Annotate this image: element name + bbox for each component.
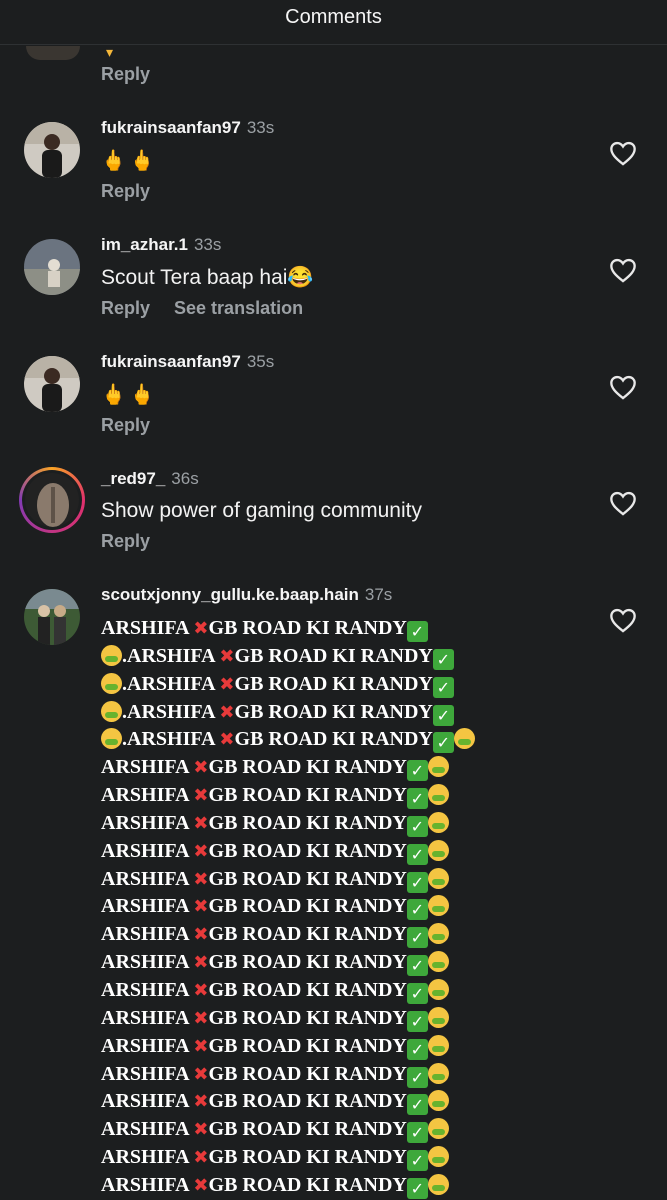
comment-text-line: ARSHIFA ✖GB ROAD KI RANDY ✓ [101,949,621,977]
avatar[interactable] [24,589,80,645]
comments-header: Comments [0,0,667,45]
username[interactable]: scoutxjonny_gullu.ke.baap.hain [101,585,359,604]
comment-text-line: .ARSHIFA ✖GB ROAD KI RANDY ✓ [101,699,621,727]
comment-text-line: ARSHIFA ✖GB ROAD KI RANDY ✓ [101,1144,621,1172]
comment-text-line: ARSHIFA ✖GB ROAD KI RANDY ✓ [101,1033,621,1061]
comment-text: Scout Tera baap hai😂 [101,266,314,289]
avatar[interactable] [26,46,80,60]
avatar[interactable] [24,122,80,178]
comment-actions: Reply [101,181,174,202]
reply-button[interactable]: Reply [101,298,150,318]
comment-text-line: ARSHIFA ✖GB ROAD KI RANDY ✓ [101,754,621,782]
comment-text: Show power of gaming community [101,499,422,522]
reply-button[interactable]: Reply [101,531,150,551]
heart-outline-icon[interactable] [609,140,637,166]
see-translation-button[interactable]: See translation [174,298,303,318]
comment-text-line: ARSHIFA ✖GB ROAD KI RANDY ✓ [101,893,621,921]
username[interactable]: fukrainsaanfan97 [101,118,241,137]
comment-actions: Reply [101,415,174,436]
comment-text-line: .ARSHIFA ✖GB ROAD KI RANDY ✓ [101,643,621,671]
comment-text-line: ARSHIFA ✖GB ROAD KI RANDY ✓ [101,921,621,949]
comment-text-line: ARSHIFA ✖GB ROAD KI RANDY ✓ [101,810,621,838]
comment-meta: _red97_ 36s [101,469,199,489]
timestamp: 36s [171,469,199,488]
username[interactable]: fukrainsaanfan97 [101,352,241,371]
timestamp: 33s [246,118,275,137]
page-title: Comments [285,6,382,28]
username[interactable]: _red97_ [101,469,165,488]
comment-text-line: ARSHIFA ✖GB ROAD KI RANDY ✓ [101,1061,621,1089]
comment-meta: scoutxjonny_gullu.ke.baap.hain 37s [101,585,392,605]
comment-emoji: ▾ [106,44,114,60]
comment-text-line: ARSHIFA ✖GB ROAD KI RANDY ✓ [101,1116,621,1144]
heart-outline-icon[interactable] [609,374,637,400]
avatar-with-story-ring[interactable] [19,467,85,533]
comment-text-line: .ARSHIFA ✖GB ROAD KI RANDY ✓ [101,671,621,699]
comment-text-line: ARSHIFA ✖GB ROAD KI RANDY ✓ [101,782,621,810]
comment-meta: fukrainsaanfan97 35s [101,352,274,372]
comment-actions: Reply See translation [101,298,327,319]
comment-meta: im_azhar.1 33s [101,235,221,255]
avatar[interactable] [24,356,80,412]
reply-button[interactable]: Reply [101,181,150,201]
comment-text-line: ARSHIFA ✖GB ROAD KI RANDY ✓ [101,838,621,866]
comment-text: 🖕🖕 [101,384,159,406]
comment-text-line: ARSHIFA ✖GB ROAD KI RANDY ✓ [101,615,621,643]
heart-outline-icon[interactable] [609,257,637,283]
comment-meta: fukrainsaanfan97 33s [101,118,274,138]
comment-text-line: ARSHIFA ✖GB ROAD KI RANDY ✓ [101,1172,621,1200]
reply-button[interactable]: Reply [101,64,174,85]
heart-outline-icon[interactable] [609,490,637,516]
reply-button[interactable]: Reply [101,415,150,435]
timestamp: 37s [364,585,393,604]
comment-text-line: ARSHIFA ✖GB ROAD KI RANDY ✓ [101,1005,621,1033]
username[interactable]: im_azhar.1 [101,235,188,254]
comment-actions: Reply [101,531,174,552]
comment-text: ARSHIFA ✖GB ROAD KI RANDY ✓ .ARSHIFA ✖GB R… [101,615,621,1200]
comment-text-line: ARSHIFA ✖GB ROAD KI RANDY ✓ [101,977,621,1005]
comment-text-line: .ARSHIFA ✖GB ROAD KI RANDY ✓ [101,726,621,754]
timestamp: 33s [193,235,222,254]
avatar[interactable] [24,239,80,295]
comment-text-line: ARSHIFA ✖GB ROAD KI RANDY ✓ [101,1088,621,1116]
comment-text-line: ARSHIFA ✖GB ROAD KI RANDY ✓ [101,866,621,894]
timestamp: 35s [246,352,275,371]
comment-text: 🖕🖕 [101,150,159,172]
